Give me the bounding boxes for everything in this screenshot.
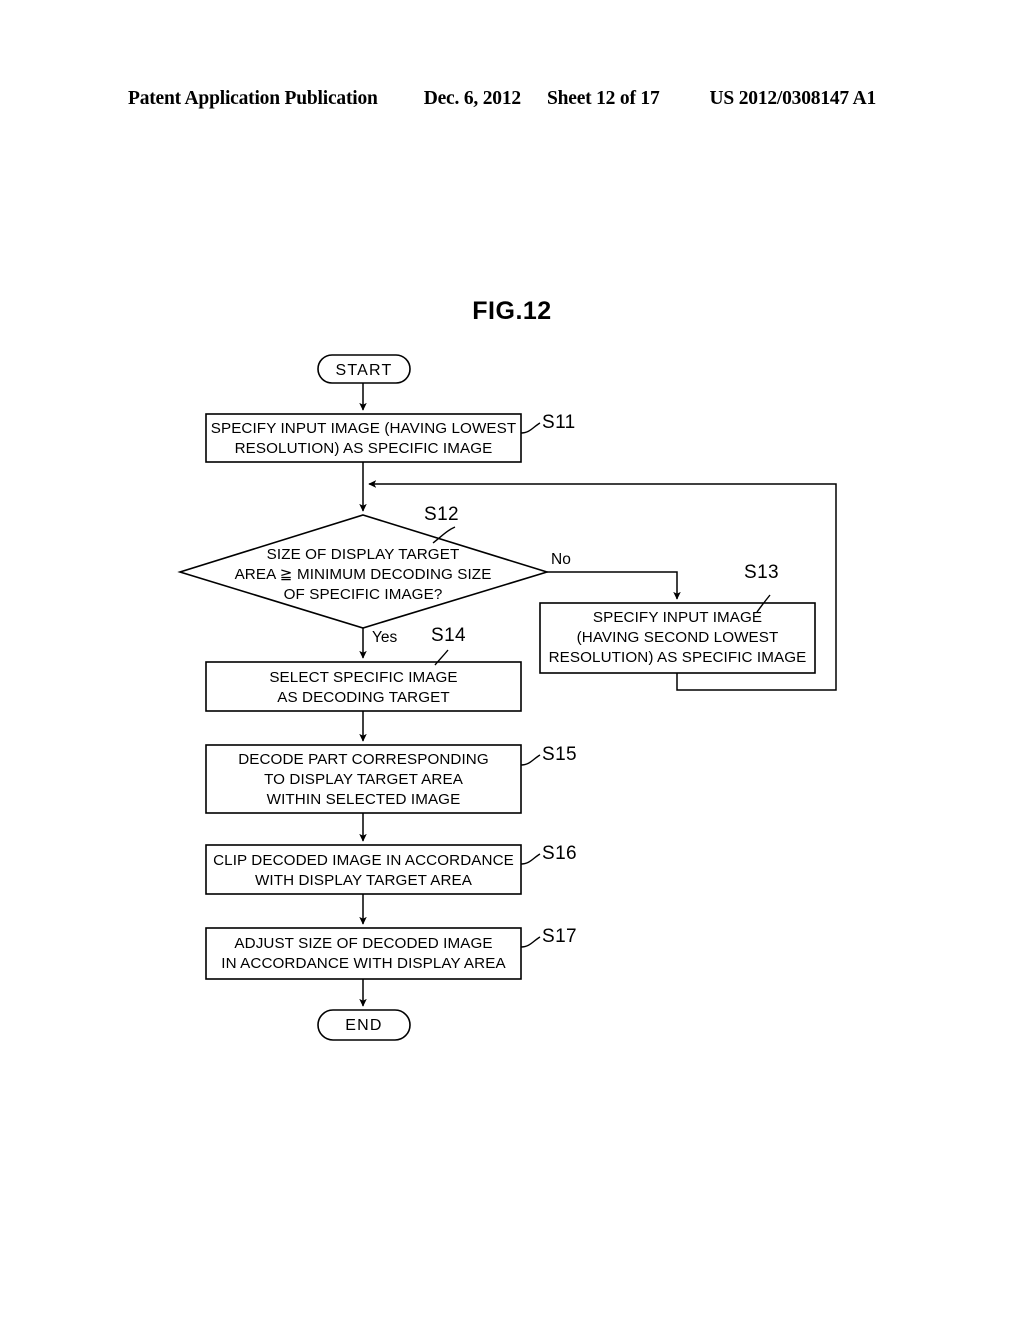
step-label-s13: S13 [744, 562, 780, 583]
step-label-s12: S12 [424, 504, 460, 525]
s13-box-label: SPECIFY INPUT IMAGE (HAVING SECOND LOWES… [548, 609, 807, 666]
step-label-s11: S11 [542, 412, 576, 433]
end-terminal-label: END [345, 1017, 383, 1034]
branch-label-no: No [551, 551, 571, 568]
step-label-s14: S14 [431, 625, 467, 646]
s12-diamond-label: SIZE OF DISPLAY TARGET AREA ≧ MINIMUM DE… [234, 546, 492, 603]
step-label-s16: S16 [542, 843, 578, 864]
figure-12-flowchart: FIG.12 START SPECIFY INPUT IMAGE (HAVING… [0, 0, 1024, 1320]
s15-box-label: DECODE PART CORRESPONDING TO DISPLAY TAR… [238, 751, 489, 808]
step-label-s15: S15 [542, 744, 578, 765]
leader-s16 [520, 853, 541, 865]
leader-s11 [520, 422, 541, 434]
flowchart-diagram [177, 354, 837, 1041]
start-terminal-label: START [335, 362, 393, 379]
branch-label-yes: Yes [372, 629, 398, 646]
leader-s17 [520, 936, 541, 948]
s11-box-label: SPECIFY INPUT IMAGE (HAVING LOWEST RESOL… [210, 420, 517, 457]
s14-box-label: SELECT SPECIFIC IMAGE AS DECODING TARGET [269, 669, 458, 706]
s17-box-label: ADJUST SIZE OF DECODED IMAGE IN ACCORDAN… [221, 935, 506, 972]
leader-s15 [520, 754, 541, 766]
s16-box-label: CLIP DECODED IMAGE IN ACCORDANCE WITH DI… [213, 852, 514, 889]
step-label-s17: S17 [542, 926, 578, 947]
connector-s12-no-to-s13 [547, 571, 681, 600]
